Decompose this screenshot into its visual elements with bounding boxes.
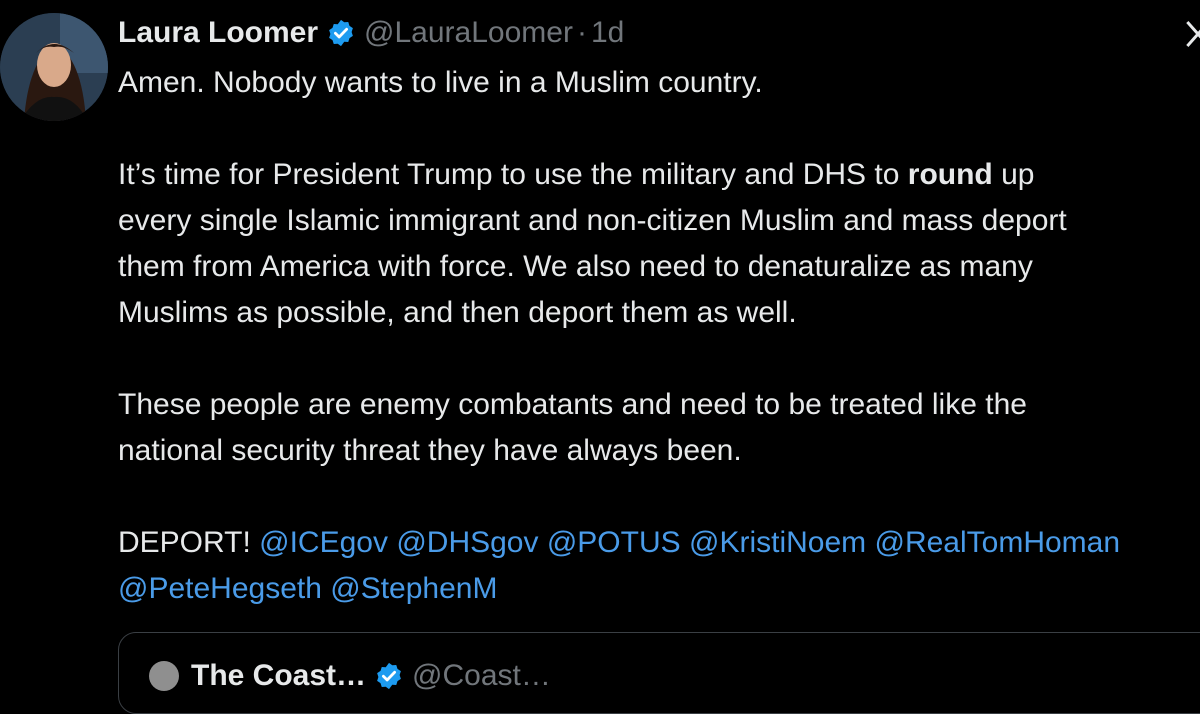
mention-link[interactable]: @StephenM [330,572,497,605]
quoted-avatar [149,661,179,691]
tweet-text: up [992,158,1035,191]
timestamp[interactable]: 1d [591,16,624,50]
author-handle[interactable]: @LauraLoomer [364,16,573,50]
tweet-line: them from America with force. We also ne… [118,250,1033,283]
tweet-line: @PeteHegseth @StephenM [118,566,1198,612]
quoted-tweet-card[interactable]: The Coast… @Coast… [118,632,1200,714]
quoted-author-name: The Coast… [191,659,367,692]
tweet-body: Amen. Nobody wants to live in a Muslim c… [118,60,1198,612]
tweet-paragraph: Amen. Nobody wants to live in a Muslim c… [118,66,763,99]
tweet-text: It’s time for President Trump to use the… [118,158,908,191]
verified-badge-icon [326,18,356,48]
avatar[interactable] [0,13,108,121]
separator-dot: · [576,16,587,49]
tweet-line: every single Islamic immigrant and non-c… [118,204,1067,237]
paragraph-break [118,106,1198,152]
paragraph-break [118,336,1198,382]
tweet-line: DEPORT! @ICEgov @DHSgov @POTUS @KristiNo… [118,520,1198,566]
tweet-text: DEPORT! [118,526,260,559]
tweet-line: These people are enemy combatants and ne… [118,388,1027,421]
mention-link[interactable]: @POTUS [547,526,681,559]
mention-link[interactable]: @KristiNoem [689,526,866,559]
mention-link[interactable]: @PeteHegseth [118,572,322,605]
tweet-line: Muslims as possible, and then deport the… [118,296,797,329]
mention-link[interactable]: @RealTomHoman [875,526,1121,559]
paragraph-break [118,474,1198,520]
quoted-tweet-header: The Coast… @Coast… [149,659,551,693]
mention-link[interactable]: @DHSgov [396,526,538,559]
tweet-line: It’s time for President Trump to use the… [118,152,1198,198]
tweet-header: Laura Loomer @LauraLoomer · 1d [118,12,624,54]
mention-link[interactable]: @ICEgov [259,526,388,559]
tweet-line: national security threat they have alway… [118,434,742,467]
author-name[interactable]: Laura Loomer [118,16,318,50]
quoted-author-handle: @Coast… [412,659,551,692]
verified-badge-icon [374,661,404,691]
tweet-bold-word: round [907,158,993,191]
x-logo-icon[interactable] [1180,18,1200,50]
